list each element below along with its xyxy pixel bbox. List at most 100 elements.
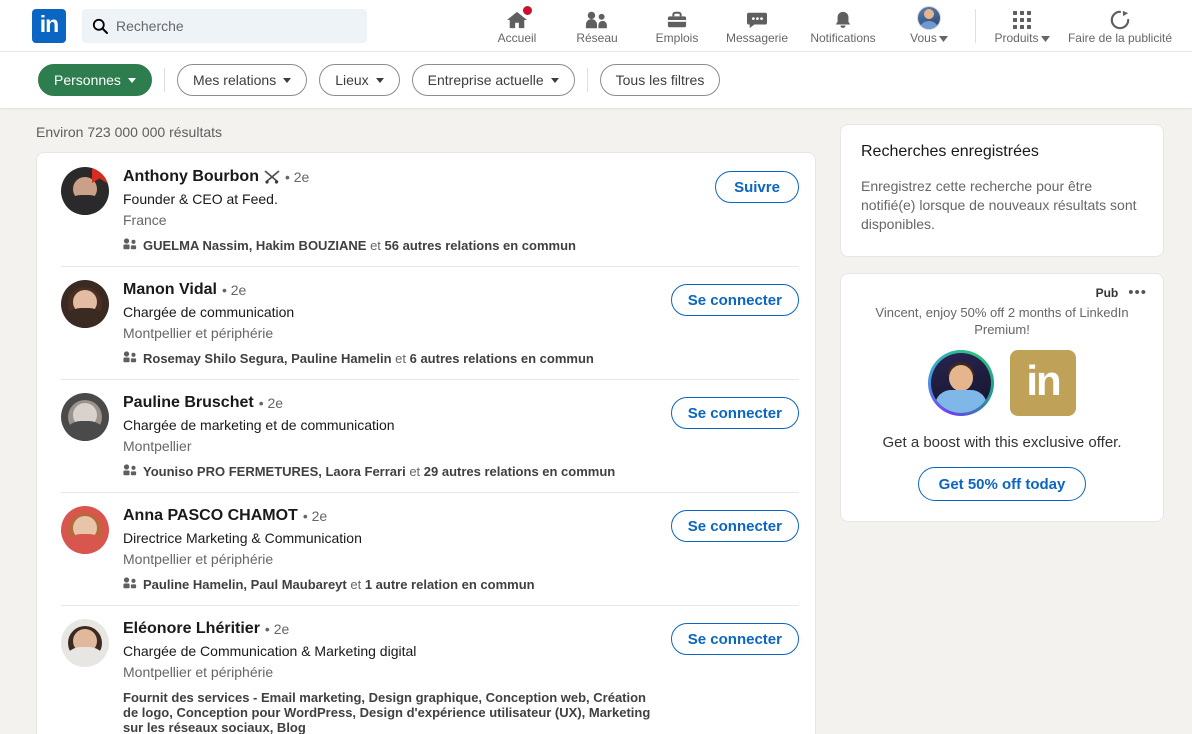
- filter-pill-personnes[interactable]: Personnes: [38, 64, 152, 96]
- result-action-button[interactable]: Se connecter: [670, 284, 799, 316]
- nav-item-vous[interactable]: Vous: [889, 0, 969, 52]
- megaphone-icon: [1110, 6, 1130, 30]
- saved-searches-text: Enregistrez cette recherche pour être no…: [861, 178, 1137, 232]
- search-input[interactable]: [116, 17, 357, 34]
- result-name[interactable]: Pauline Bruschet: [123, 393, 254, 413]
- connection-degree: • 2e: [302, 508, 328, 524]
- result-details: Anna PASCO CHAMOT • 2e Directrice Market…: [123, 506, 659, 593]
- result-name[interactable]: Eléonore Lhéritier: [123, 619, 260, 639]
- results-card: Anthony Bourbon • 2e Founder & CEO at Fe…: [36, 152, 816, 734]
- filter-pill-mes-relations-label: Mes relations: [192, 72, 277, 88]
- mutual-count: 56 autres relations en commun: [384, 238, 576, 253]
- mutual-text: Youniso PRO FERMETURES, Laora Ferrari et…: [143, 464, 616, 479]
- mutual-connections: Youniso PRO FERMETURES, Laora Ferrari et…: [123, 463, 659, 480]
- mutual-names: Pauline Hamelin, Paul Maubareyt: [143, 577, 347, 592]
- ad-cta-button[interactable]: Get 50% off today: [917, 467, 1087, 501]
- filter-pill-personnes-label: Personnes: [54, 72, 121, 88]
- mutual-icon: [123, 237, 137, 254]
- result-location: France: [123, 212, 167, 228]
- ad-headline: Vincent, enjoy 50% off 2 months of Linke…: [875, 305, 1129, 337]
- nav-label-notifications: Notifications: [810, 31, 876, 45]
- result-action-button[interactable]: Se connecter: [670, 623, 799, 655]
- services-offered: Fournit des services - Email marketing, …: [123, 690, 651, 734]
- connection-degree: • 2e: [284, 169, 310, 185]
- nav-item-publicite[interactable]: Faire de la publicité: [1062, 0, 1178, 52]
- result-action-button[interactable]: Se connecter: [670, 510, 799, 542]
- mutual-names: Youniso PRO FERMETURES, Laora Ferrari: [143, 464, 406, 479]
- linkedin-logo[interactable]: in: [32, 8, 66, 43]
- filter-bar: Personnes Mes relations Lieux Entreprise…: [0, 52, 1192, 108]
- result-details: Pauline Bruschet • 2e Chargée de marketi…: [123, 393, 659, 480]
- more-options-icon[interactable]: •••: [1128, 285, 1147, 300]
- filter-divider: [163, 68, 165, 92]
- nav-item-emplois[interactable]: Emplois: [637, 0, 717, 52]
- result-avatar[interactable]: [61, 506, 109, 554]
- filter-pill-tous-les-filtres-label: Tous les filtres: [615, 72, 705, 88]
- result-location: Montpellier et périphérie: [123, 664, 274, 680]
- nav-item-notifications[interactable]: Notifications: [797, 0, 889, 52]
- result-avatar[interactable]: [61, 619, 109, 667]
- result-name-line: Eléonore Lhéritier • 2e: [123, 619, 659, 639]
- result-headline: Founder & CEO at Feed.: [123, 191, 278, 207]
- nav-divider: [975, 8, 976, 43]
- filter-pill-entreprise-actuelle[interactable]: Entreprise actuelle: [411, 64, 575, 96]
- result-action-button[interactable]: Suivre: [715, 171, 799, 203]
- chevron-down-icon: [127, 77, 136, 83]
- nav-item-messagerie[interactable]: Messagerie: [717, 0, 797, 52]
- result-details: Eléonore Lhéritier • 2e Chargée de Commu…: [123, 619, 659, 734]
- result-name-line: Pauline Bruschet • 2e: [123, 393, 659, 413]
- chevron-down-icon: [375, 77, 384, 83]
- filter-pill-lieux[interactable]: Lieux: [319, 64, 400, 96]
- ad-label: Pub: [1095, 286, 1119, 300]
- nav-label-produits-text: Produits: [994, 31, 1039, 45]
- nav-item-accueil[interactable]: Accueil: [477, 0, 557, 52]
- mutual-count: 6 autres relations en commun: [409, 351, 594, 366]
- notification-badge: [521, 4, 534, 17]
- mutual-icon: [123, 350, 137, 367]
- connection-degree: • 2e: [258, 395, 284, 411]
- chevron-down-icon: [283, 77, 292, 83]
- mutual-count: 29 autres relations en commun: [423, 464, 616, 479]
- result-row[interactable]: Anthony Bourbon • 2e Founder & CEO at Fe…: [37, 153, 815, 266]
- saved-searches-card: Recherches enregistrées Enregistrez cett…: [840, 124, 1164, 257]
- ad-caption: Get a boost with this exclusive offer.: [882, 434, 1122, 451]
- result-location: Montpellier et périphérie: [123, 325, 274, 341]
- nav-label-produits: Produits: [994, 31, 1050, 45]
- mutual-count: 1 autre relation en commun: [364, 577, 535, 592]
- mutual-text: GUELMA Nassim, Hakim BOUZIANE et 56 autr…: [143, 238, 576, 253]
- filter-pill-tous-les-filtres[interactable]: Tous les filtres: [599, 64, 721, 96]
- nav-item-produits[interactable]: Produits: [982, 0, 1062, 52]
- linkedin-premium-logo: in: [1010, 350, 1076, 416]
- grid-icon: [1012, 6, 1032, 30]
- result-name-line: Anna PASCO CHAMOT • 2e: [123, 506, 659, 526]
- result-details: Anthony Bourbon • 2e Founder & CEO at Fe…: [123, 167, 703, 254]
- result-row[interactable]: Anna PASCO CHAMOT • 2e Directrice Market…: [37, 492, 815, 605]
- result-name-line: Manon Vidal • 2e: [123, 280, 659, 300]
- result-name[interactable]: Anthony Bourbon: [123, 167, 259, 187]
- result-avatar[interactable]: [61, 167, 109, 215]
- result-row[interactable]: Manon Vidal • 2e Chargée de communicatio…: [37, 266, 815, 379]
- result-name[interactable]: Anna PASCO CHAMOT: [123, 506, 298, 526]
- result-avatar[interactable]: [61, 393, 109, 441]
- result-avatar[interactable]: [61, 280, 109, 328]
- result-headline: Chargée de communication: [123, 304, 295, 320]
- global-header: in Accueil Réseau Emplois: [0, 0, 1192, 52]
- briefcase-icon: [666, 6, 688, 30]
- mutual-connections: Pauline Hamelin, Paul Maubareyt et 1 aut…: [123, 576, 659, 593]
- nav-label-vous: Vous: [910, 31, 948, 45]
- chevron-down-icon: [938, 31, 948, 45]
- filter-pill-mes-relations[interactable]: Mes relations: [176, 64, 308, 96]
- nav-item-reseau[interactable]: Réseau: [557, 0, 637, 52]
- result-row[interactable]: Pauline Bruschet • 2e Chargée de marketi…: [37, 379, 815, 492]
- mutual-names: GUELMA Nassim, Hakim BOUZIANE: [143, 238, 367, 253]
- connection-degree: • 2e: [264, 621, 290, 637]
- result-action-button[interactable]: Se connecter: [670, 397, 799, 429]
- result-name[interactable]: Manon Vidal: [123, 280, 217, 300]
- result-row[interactable]: Eléonore Lhéritier • 2e Chargée de Commu…: [37, 605, 815, 734]
- avatar: [917, 6, 941, 30]
- nav-label-emplois: Emplois: [655, 31, 699, 45]
- nav-label-messagerie: Messagerie: [725, 31, 789, 45]
- results-column: Environ 723 000 000 résultats Anthony Bo…: [36, 124, 816, 734]
- search-box[interactable]: [82, 8, 367, 43]
- saved-searches-title: Recherches enregistrées: [861, 143, 1039, 160]
